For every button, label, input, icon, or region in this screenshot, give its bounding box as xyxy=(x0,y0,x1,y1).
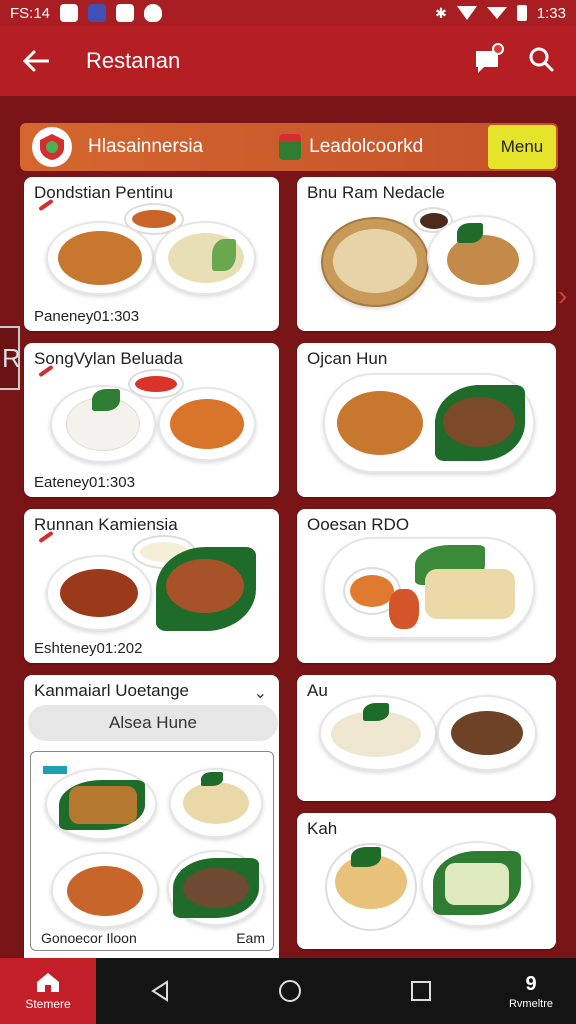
food-card[interactable]: Runnan Kamiensia Eshteney01:202 xyxy=(24,509,279,663)
card-title: Runnan Kamiensia xyxy=(34,515,178,534)
plate-image xyxy=(421,841,533,927)
profile-tab-glyph: 9 xyxy=(525,972,537,995)
platter-image xyxy=(323,373,535,473)
partner-name: Leadolcoorkd xyxy=(309,136,424,157)
app-notification-icon xyxy=(88,4,107,22)
expandable-section: Kanmaiarl Uoetange ⌄ Alsea Hune Gonoecor… xyxy=(24,675,279,958)
bluetooth-icon: ✱ xyxy=(435,4,447,21)
food-card[interactable]: Bnu Ram Nedacle xyxy=(297,177,556,331)
plate-image xyxy=(437,695,537,771)
plate-image xyxy=(319,695,437,771)
back-nav-icon[interactable] xyxy=(149,979,171,1003)
shrimp-image xyxy=(389,589,419,629)
arrow-left-icon xyxy=(23,50,49,72)
bottom-nav: Stemere 9 Rvmeltre xyxy=(0,958,576,1024)
food-card[interactable]: Ooesan RDO xyxy=(297,509,556,663)
shield-logo-icon xyxy=(40,134,64,160)
plate-image xyxy=(158,387,256,461)
shield-icon xyxy=(144,4,163,22)
food-card[interactable]: SongVylan Beluada Eateney01:303 xyxy=(24,343,279,497)
thumbnail-plate[interactable] xyxy=(45,768,157,840)
brand-name: Hlasainnersia xyxy=(88,136,204,157)
menu-button[interactable]: Menu xyxy=(488,125,556,169)
card-title: SongVylan Beluada xyxy=(34,349,183,368)
search-button[interactable] xyxy=(528,46,554,77)
notification-icon xyxy=(60,4,79,22)
card-title: Bnu Ram Nedacle xyxy=(307,183,445,202)
food-card[interactable]: Dondstian Pentinu Paneney01:303 xyxy=(24,177,279,331)
section-title: Kanmaiarl Uoetange xyxy=(34,681,189,700)
brand-banner: Hlasainnersia Leadolcoorkd Menu xyxy=(20,123,558,171)
home-icon xyxy=(37,973,59,992)
message-icon xyxy=(116,4,135,22)
home-tab[interactable]: Stemere xyxy=(0,958,96,1024)
profile-tab[interactable]: 9 Rvmeltre xyxy=(486,973,576,1010)
chat-button[interactable] xyxy=(472,43,504,75)
card-price: Eshteney01:202 xyxy=(34,640,143,657)
thumbnail-plate[interactable] xyxy=(169,768,263,838)
plate-image xyxy=(427,215,535,299)
search-icon xyxy=(529,47,554,71)
card-title: Kah xyxy=(307,819,338,838)
status-bar: FS:14 ✱ 1:33 xyxy=(0,0,576,26)
plate-image xyxy=(46,221,154,295)
status-time-right: 1:33 xyxy=(536,4,566,22)
steamer-basket-image xyxy=(321,217,429,307)
back-button[interactable] xyxy=(18,43,54,79)
tag-icon xyxy=(43,766,67,774)
grilled-meat-image xyxy=(166,559,244,613)
side-drawer-handle[interactable]: R xyxy=(0,326,21,390)
card-price: Eateney01:303 xyxy=(34,474,135,491)
thumbnail-grid: Gonoecor Iloon Eam xyxy=(30,751,274,951)
status-time-left: FS:14 xyxy=(10,4,51,22)
thumbnail-footer-label: Gonoecor Iloon xyxy=(41,930,137,946)
card-title: Dondstian Pentinu xyxy=(34,183,173,202)
plate-image xyxy=(50,385,156,463)
chevron-down-icon[interactable]: ⌄ xyxy=(254,683,267,703)
partner-logo-icon xyxy=(279,134,302,160)
thumbnail-footer-value: Eam xyxy=(236,930,265,946)
brand-logo xyxy=(32,127,72,167)
battery-icon xyxy=(516,5,527,21)
signal-icon xyxy=(486,7,507,19)
plate-image xyxy=(154,221,256,295)
card-title: Ojcan Hun xyxy=(307,349,388,368)
card-title: Au xyxy=(307,681,328,700)
app-bar: Restanan xyxy=(0,26,576,96)
next-arrow-icon[interactable]: › xyxy=(558,266,576,326)
page-title: Restanan xyxy=(86,48,181,73)
card-title: Ooesan RDO xyxy=(307,515,410,534)
food-card[interactable]: Ojcan Hun xyxy=(297,343,556,497)
plate-image xyxy=(46,555,152,631)
noodle-bowl xyxy=(325,843,417,931)
profile-tab-label: Rvmeltre xyxy=(508,997,553,1010)
food-card[interactable]: Kah xyxy=(297,813,556,949)
card-price: Paneney01:303 xyxy=(34,308,140,325)
wifi-icon xyxy=(456,6,477,20)
search-pill-button[interactable]: Alsea Hune xyxy=(28,705,278,741)
recents-nav-icon[interactable] xyxy=(409,979,433,1003)
chat-badge xyxy=(492,43,504,55)
food-card[interactable]: Au xyxy=(297,675,556,801)
home-nav-icon[interactable] xyxy=(277,978,303,1004)
home-tab-label: Stemere xyxy=(25,997,71,1011)
thumbnail-plate[interactable] xyxy=(167,850,265,926)
thumbnail-plate[interactable] xyxy=(51,852,159,928)
